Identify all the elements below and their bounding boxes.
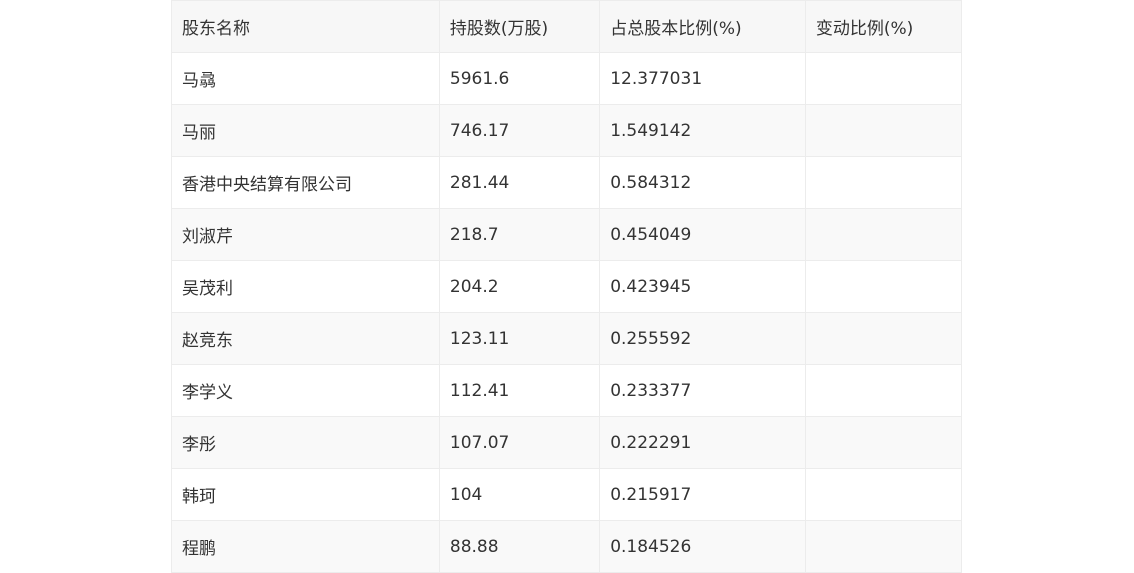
cell-shareholder-name: 刘淑芹	[171, 208, 440, 261]
cell-share-ratio: 0.184526	[599, 520, 806, 573]
cell-shares-held: 746.17	[438, 104, 601, 157]
cell-shareholder-name: 韩珂	[171, 468, 440, 521]
shareholder-table: 股东名称 持股数(万股) 占总股本比例(%) 变动比例(%) 马骉 5961.6…	[171, 0, 963, 573]
header-share-ratio: 占总股本比例(%)	[599, 0, 806, 53]
cell-change-ratio	[804, 156, 963, 209]
cell-shares-held: 281.44	[438, 156, 601, 209]
header-change-ratio: 变动比例(%)	[804, 0, 963, 53]
cell-change-ratio	[804, 416, 963, 469]
cell-shares-held: 123.11	[438, 312, 601, 365]
table-row: 香港中央结算有限公司 281.44 0.584312	[171, 156, 963, 209]
cell-share-ratio: 0.222291	[599, 416, 806, 469]
cell-change-ratio	[804, 208, 963, 261]
shareholder-table-container: 股东名称 持股数(万股) 占总股本比例(%) 变动比例(%) 马骉 5961.6…	[171, 0, 963, 573]
cell-share-ratio: 0.255592	[599, 312, 806, 365]
table-row: 韩珂 104 0.215917	[171, 468, 963, 521]
cell-share-ratio: 0.423945	[599, 260, 806, 313]
cell-share-ratio: 12.377031	[599, 52, 806, 105]
cell-change-ratio	[804, 260, 963, 313]
cell-change-ratio	[804, 312, 963, 365]
table-row: 赵竞东 123.11 0.255592	[171, 312, 963, 365]
cell-shares-held: 88.88	[438, 520, 601, 573]
cell-shareholder-name: 吴茂利	[171, 260, 440, 313]
header-shares-held: 持股数(万股)	[438, 0, 601, 53]
cell-shares-held: 218.7	[438, 208, 601, 261]
cell-shareholder-name: 马骉	[171, 52, 440, 105]
table-row: 程鹏 88.88 0.184526	[171, 520, 963, 573]
cell-share-ratio: 0.454049	[599, 208, 806, 261]
cell-shares-held: 204.2	[438, 260, 601, 313]
cell-change-ratio	[804, 104, 963, 157]
table-row: 马丽 746.17 1.549142	[171, 104, 963, 157]
table-row: 吴茂利 204.2 0.423945	[171, 260, 963, 313]
cell-shares-held: 5961.6	[438, 52, 601, 105]
cell-shareholder-name: 李学义	[171, 364, 440, 417]
table-row: 李彤 107.07 0.222291	[171, 416, 963, 469]
cell-share-ratio: 0.584312	[599, 156, 806, 209]
cell-change-ratio	[804, 52, 963, 105]
cell-change-ratio	[804, 364, 963, 417]
header-shareholder-name: 股东名称	[171, 0, 440, 53]
cell-shares-held: 107.07	[438, 416, 601, 469]
cell-share-ratio: 0.233377	[599, 364, 806, 417]
table-row: 李学义 112.41 0.233377	[171, 364, 963, 417]
cell-shareholder-name: 香港中央结算有限公司	[171, 156, 440, 209]
table-row: 马骉 5961.6 12.377031	[171, 52, 963, 105]
cell-shareholder-name: 李彤	[171, 416, 440, 469]
cell-shares-held: 112.41	[438, 364, 601, 417]
cell-shares-held: 104	[438, 468, 601, 521]
table-header-row: 股东名称 持股数(万股) 占总股本比例(%) 变动比例(%)	[171, 0, 963, 53]
cell-share-ratio: 0.215917	[599, 468, 806, 521]
cell-shareholder-name: 程鹏	[171, 520, 440, 573]
cell-change-ratio	[804, 520, 963, 573]
cell-shareholder-name: 赵竞东	[171, 312, 440, 365]
table-row: 刘淑芹 218.7 0.454049	[171, 208, 963, 261]
cell-shareholder-name: 马丽	[171, 104, 440, 157]
cell-share-ratio: 1.549142	[599, 104, 806, 157]
cell-change-ratio	[804, 468, 963, 521]
